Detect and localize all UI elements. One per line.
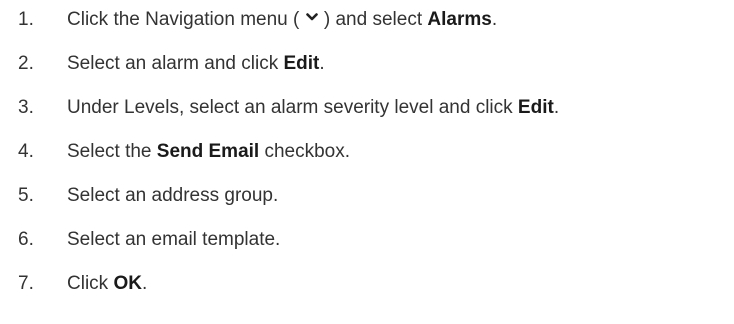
step-text-part: Click — [67, 273, 114, 294]
step-number: 2. — [18, 53, 34, 74]
step-text: Select an alarm and click Edit. — [67, 48, 325, 80]
step-number: 7. — [18, 273, 34, 294]
step-text-part: Select an alarm and click — [67, 53, 284, 74]
step-text-part: Click the Navigation menu ( — [67, 9, 305, 30]
step-text-part: . — [491, 9, 498, 30]
ui-term-alarms: Alarms — [427, 9, 492, 30]
step-text-part: ) and select — [318, 9, 428, 30]
ui-term-send-email: Send Email — [156, 141, 260, 162]
ui-term-edit: Edit — [283, 53, 320, 74]
step-text: Under Levels, select an alarm severity l… — [67, 92, 559, 124]
step-text-part: . — [319, 53, 325, 74]
step-text-part: checkbox. — [259, 141, 351, 162]
step-text: Click the Navigation menu ( ) and select… — [67, 4, 497, 36]
chevron-down-icon — [305, 12, 318, 22]
ui-term-edit: Edit — [517, 97, 554, 118]
step-number: 4. — [18, 141, 34, 162]
step-text: Select the Send Email checkbox. — [67, 136, 350, 168]
step-number: 1. — [18, 9, 34, 30]
step-text: Select an email template. — [67, 224, 280, 256]
step-text: Select an address group. — [67, 180, 278, 212]
step-text-part: Select an email template. — [67, 229, 281, 250]
step-text-part: Select the — [67, 141, 157, 162]
step-text: Click OK. — [67, 268, 147, 300]
step-text-part: . — [141, 273, 148, 294]
instruction-list: 1. Click the Navigation menu ( ) and sel… — [0, 0, 734, 324]
step-number: 6. — [18, 229, 34, 250]
step-text-part: Under Levels, select an alarm severity l… — [67, 97, 518, 118]
step-number: 3. — [18, 97, 34, 118]
step-text-part: Select an address group. — [67, 185, 279, 206]
step-text-part: . — [553, 97, 560, 118]
ui-term-ok: OK — [113, 273, 142, 294]
step-number: 5. — [18, 185, 34, 206]
